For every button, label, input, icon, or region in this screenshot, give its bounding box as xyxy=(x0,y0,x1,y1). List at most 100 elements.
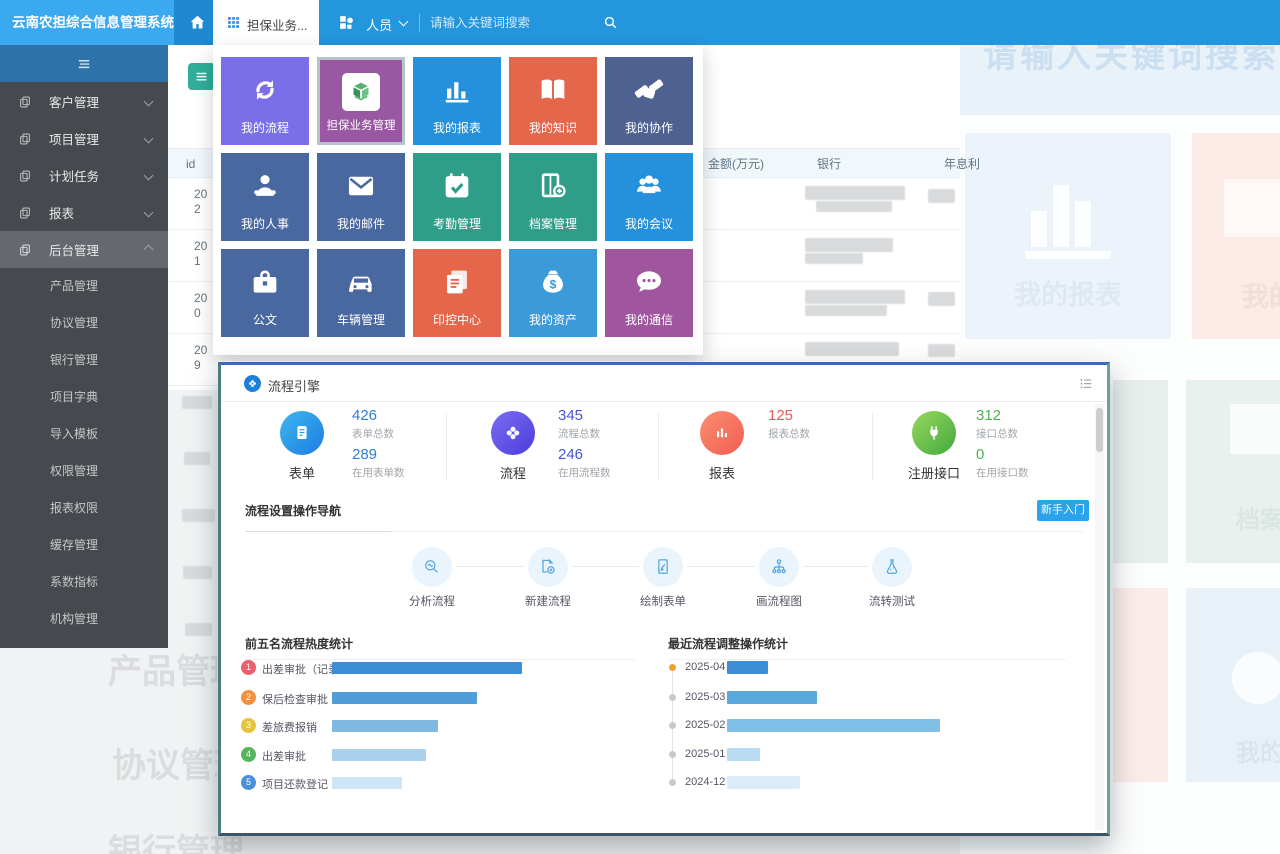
sidebar-subitem-import[interactable]: 导入模板 xyxy=(0,416,168,453)
list-menu-icon[interactable] xyxy=(1078,376,1094,392)
chevron-down-icon xyxy=(144,171,154,181)
sidebar-subitem-dictionary[interactable]: 项目字典 xyxy=(0,379,168,416)
bar xyxy=(332,662,522,674)
chart-row-label: 差旅费报销 xyxy=(262,719,317,735)
tile-my-hr[interactable]: 我的人事 xyxy=(221,153,309,241)
rank-badge: 4 xyxy=(241,747,256,762)
split-grid-icon[interactable] xyxy=(338,14,355,31)
divider xyxy=(658,413,659,480)
rank-badge: 5 xyxy=(241,775,256,790)
chart-row-label: 出差审批 xyxy=(262,748,306,764)
documents-icon xyxy=(18,132,32,146)
tile-vehicle-management[interactable]: 车辆管理 xyxy=(317,249,405,337)
flow-sync-icon xyxy=(248,73,282,107)
censored-rate-cell xyxy=(928,292,955,306)
beginner-guide-button[interactable]: 新手入门 xyxy=(1037,500,1089,521)
chart-row-label: 2024-12 xyxy=(685,776,725,788)
step-label: 新建流程 xyxy=(503,593,593,609)
step-flow-test[interactable] xyxy=(872,547,912,587)
chart-row-label: 2025-01 xyxy=(685,748,725,760)
sidebar-subitem-report-permission[interactable]: 报表权限 xyxy=(0,490,168,527)
step-analyze-process[interactable] xyxy=(412,547,452,587)
bar xyxy=(727,719,940,732)
stat-value: 289 xyxy=(352,446,377,463)
step-draw-flowchart[interactable] xyxy=(759,547,799,587)
timeline-dot xyxy=(669,694,676,701)
ghost-tile-partial-2 xyxy=(1113,588,1168,782)
sidebar-subitem-permission[interactable]: 权限管理 xyxy=(0,453,168,490)
sidebar-subitem-organization[interactable]: 机构管理 xyxy=(0,601,168,638)
tile-official-documents[interactable]: 公文 xyxy=(221,249,309,337)
plug-icon xyxy=(924,423,944,443)
chevron-down-icon xyxy=(144,97,154,107)
sidebar-collapse-button[interactable] xyxy=(0,45,168,82)
tile-my-mail[interactable]: 我的邮件 xyxy=(317,153,405,241)
sidebar-item-backend[interactable]: 后台管理 xyxy=(0,231,168,268)
ghost-tile-partial-1 xyxy=(1113,380,1168,563)
censored-block xyxy=(185,623,212,636)
sidebar-item-project[interactable]: 项目管理 xyxy=(0,120,168,157)
tile-my-collaboration[interactable]: 我的协作 xyxy=(605,57,693,145)
step-connector xyxy=(572,566,639,567)
tile-my-process[interactable]: 我的流程 xyxy=(221,57,309,145)
step-draw-form[interactable] xyxy=(643,547,683,587)
process-engine-modal: 流程引擎 表单 426 表单总数 289 在用表单数 流程 345 流程总数 2… xyxy=(218,362,1110,836)
bar xyxy=(727,776,800,789)
bar xyxy=(727,748,760,761)
censored-bank-cell xyxy=(805,253,863,264)
stat-value: 312 xyxy=(976,407,1001,424)
stat-value: 0 xyxy=(976,446,984,463)
column-header-id: id xyxy=(186,149,195,179)
documents-icon xyxy=(440,265,474,299)
tile-guarantee-business[interactable]: 担保业务管理 xyxy=(317,57,405,145)
censored-bank-cell xyxy=(805,186,905,200)
top-header-bar: 云南农担综合信息管理系统 担保业务... 人员 xyxy=(0,0,1280,45)
draw-form-icon xyxy=(653,557,673,577)
app-grid-dropdown: 我的流程 担保业务管理 我的报表 我的知识 我的协作 我的人事 我的邮件 xyxy=(213,45,703,355)
sidebar-subitem-bank[interactable]: 银行管理 xyxy=(0,342,168,379)
tile-my-reports[interactable]: 我的报表 xyxy=(413,57,501,145)
stat-label-form: 表单 xyxy=(262,463,342,482)
stat-caption: 报表总数 xyxy=(768,426,810,441)
search-input[interactable] xyxy=(430,0,598,45)
censored-bank-cell xyxy=(805,238,893,252)
search-icon[interactable] xyxy=(602,14,619,31)
stat-caption: 在用接口数 xyxy=(976,465,1029,480)
app-title: 云南农担综合信息管理系统 xyxy=(0,0,174,45)
sidebar-subitem-agreement[interactable]: 协议管理 xyxy=(0,305,168,342)
sidebar-subitem-product[interactable]: 产品管理 xyxy=(0,268,168,305)
tab-guarantee-business[interactable]: 担保业务... xyxy=(213,0,319,45)
step-label: 绘制表单 xyxy=(618,593,708,609)
tile-seal-center[interactable]: 印控中心 xyxy=(413,249,501,337)
bar-chart-icon xyxy=(712,423,732,443)
modal-titlebar: 流程引擎 xyxy=(221,365,1107,402)
sidebar-subitem-coefficient[interactable]: 系数指标 xyxy=(0,564,168,601)
censored-bank-cell xyxy=(805,342,899,356)
tab-label: 担保业务... xyxy=(247,15,307,34)
tile-archive-management[interactable]: 档案管理 xyxy=(509,153,597,241)
page-menu-icon[interactable] xyxy=(188,63,215,90)
envelope-icon xyxy=(344,169,378,203)
scrollbar-thumb[interactable] xyxy=(1096,408,1103,452)
sidebar-item-reports[interactable]: 报表 xyxy=(0,194,168,231)
sidebar-item-tasks[interactable]: 计划任务 xyxy=(0,157,168,194)
ghost-bar-chart-icon xyxy=(1031,185,1091,247)
stat-value: 345 xyxy=(558,407,583,424)
sidebar-item-customer[interactable]: 客户管理 xyxy=(0,83,168,120)
divider xyxy=(668,659,1066,660)
divider xyxy=(245,659,635,660)
clover-icon xyxy=(503,423,523,443)
ghost-tile-partial-3: 我的 xyxy=(1186,588,1280,782)
column-header-amount: 金额(万元) xyxy=(708,149,764,179)
tile-my-meetings[interactable]: 我的会议 xyxy=(605,153,693,241)
user-menu[interactable]: 人员 xyxy=(366,15,392,34)
tile-attendance[interactable]: 考勤管理 xyxy=(413,153,501,241)
tile-my-communication[interactable]: 我的通信 xyxy=(605,249,693,337)
money-bag-icon: $ xyxy=(536,265,570,299)
sidebar-subitem-cache[interactable]: 缓存管理 xyxy=(0,527,168,564)
tile-my-knowledge[interactable]: 我的知识 xyxy=(509,57,597,145)
chevron-down-icon[interactable] xyxy=(399,17,409,27)
rank-badge: 2 xyxy=(241,690,256,705)
tile-my-assets[interactable]: $ 我的资产 xyxy=(509,249,597,337)
step-new-process[interactable] xyxy=(528,547,568,587)
